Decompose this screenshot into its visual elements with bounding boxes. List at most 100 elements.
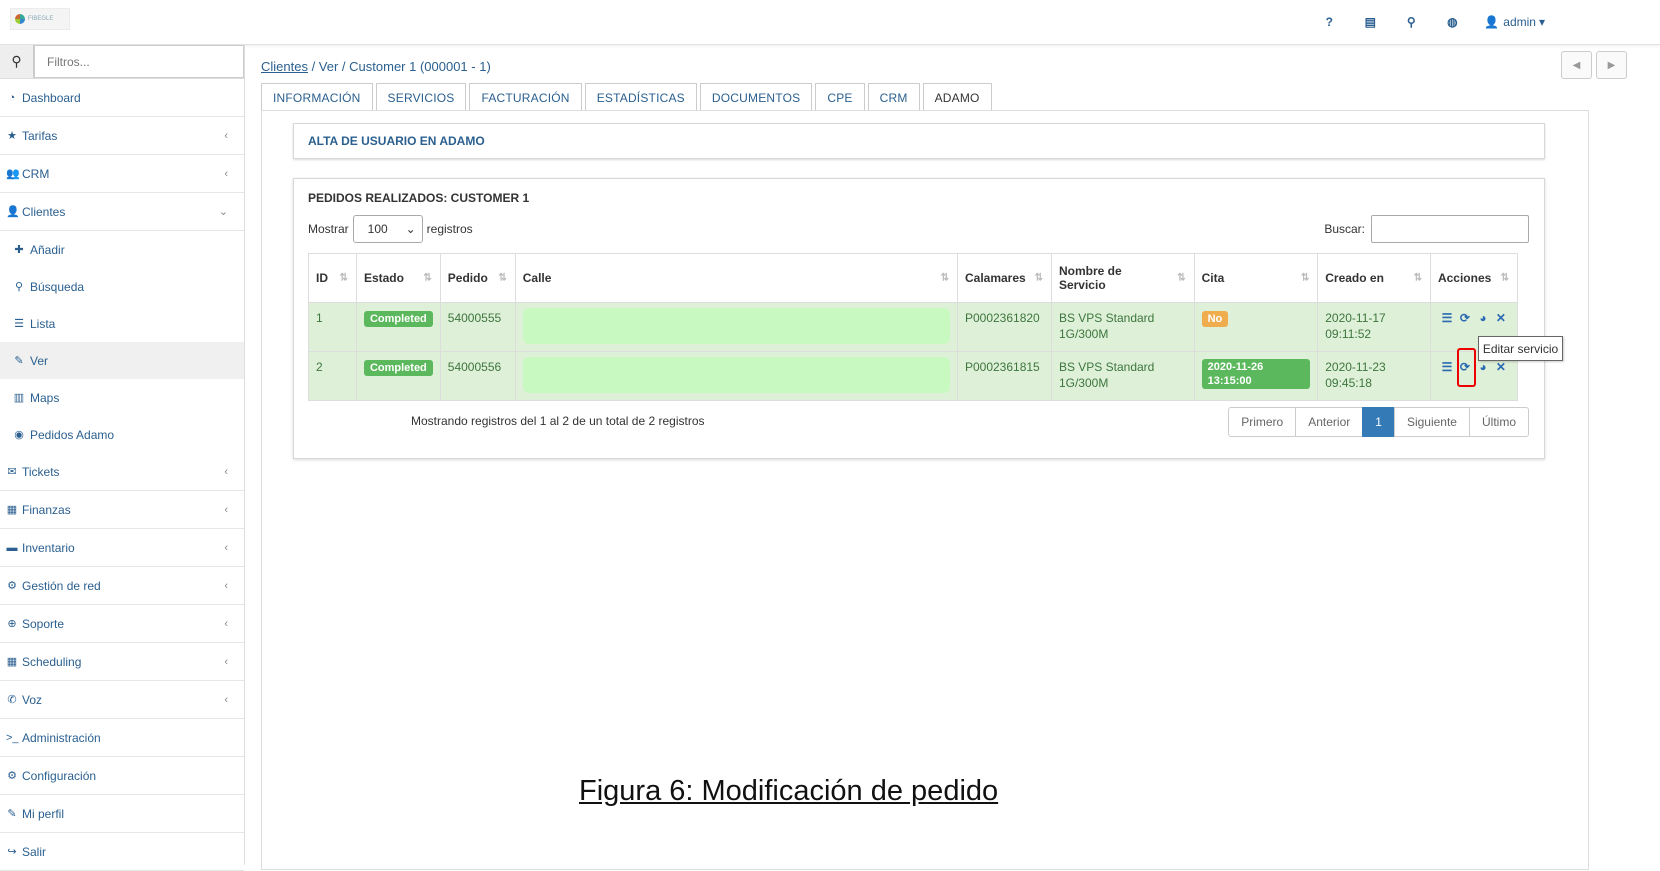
next-record-button[interactable]: ▶ (1596, 51, 1627, 79)
tab-cpe[interactable]: CPE (815, 83, 865, 111)
sidebar-item-label: Búsqueda (30, 279, 85, 294)
sidebar-item-mi-perfil[interactable]: ✎ Mi perfil (0, 795, 244, 833)
sidebar-item-busqueda[interactable]: ⚲ Búsqueda (0, 268, 244, 305)
col-pedido[interactable]: Pedido ⇅ (439, 253, 516, 303)
col-estado[interactable]: Estado ⇅ (355, 253, 441, 303)
edit-service-icon[interactable]: ◕ (1474, 359, 1492, 375)
globe-icon[interactable]: ◍ (1443, 15, 1461, 29)
page-prev-button[interactable]: Anterior (1295, 407, 1364, 437)
row-actions: ☰ ⟳ ◕ ✕ (1438, 310, 1510, 326)
sidebar-item-configuracion[interactable]: ⚙ Configuración (0, 757, 244, 795)
col-nombre-servicio[interactable]: Nombre de Servicio ⇅ (1050, 253, 1195, 303)
search-icon[interactable]: ⚲ (1402, 15, 1420, 29)
tab-crm[interactable]: CRM (867, 83, 920, 111)
sidebar-item-clientes[interactable]: 👤 Clientes ⌄ (0, 193, 244, 231)
sidebar: ⚲ ◔ Dashboard ★ Tarifas ‹ 👥CRM ‹ 👤Clientes ⌄ ✚ Añ… (0, 45, 245, 871)
edit-service-icon[interactable]: ◕ (1474, 310, 1492, 326)
page-length-control: Mostrar 100 ⌄ registros (308, 215, 473, 243)
page-1-button[interactable]: 1 (1362, 407, 1395, 437)
search-icon: ⚲ (0, 45, 34, 78)
delete-icon[interactable]: ✕ (1492, 359, 1510, 375)
sidebar-item-tarifas[interactable]: ★ Tarifas ‹ (0, 117, 244, 155)
col-creado-en[interactable]: Creado en ⇅ (1317, 253, 1431, 303)
prev-record-button[interactable]: ◀ (1561, 51, 1592, 79)
page-next-button[interactable]: Siguiente (1393, 407, 1470, 437)
sidebar-item-soporte[interactable]: ⊕ Soporte ‹ (0, 605, 244, 643)
details-icon[interactable]: ☰ (1438, 310, 1456, 326)
search-input[interactable] (1371, 215, 1529, 243)
customer-tabs: INFORMACIÓN SERVICIOS FACTURACIÓN ESTADÍ… (261, 83, 995, 111)
users-icon: 👥 (6, 168, 20, 180)
sidebar-item-label: Soporte (22, 616, 65, 631)
sidebar-item-label: Administración (22, 730, 101, 745)
tab-facturacion[interactable]: FACTURACIÓN (469, 83, 582, 111)
col-cita[interactable]: Cita ⇅ (1193, 253, 1319, 303)
filter-input[interactable] (34, 45, 244, 78)
sidebar-item-ver[interactable]: ✎ Ver (0, 342, 244, 379)
breadcrumb-link-clientes[interactable]: Clientes (261, 59, 308, 74)
show-label: Mostrar (308, 222, 349, 236)
folder-icon: ▬ (6, 541, 18, 554)
sidebar-item-salir[interactable]: ↪ Salir (0, 833, 244, 871)
col-calamares[interactable]: Calamares ⇅ (956, 253, 1052, 303)
col-acciones[interactable]: Acciones ⇅ (1429, 253, 1519, 303)
table-row: 1 Completed 54000555 P0002361820 BS VPS … (308, 302, 1519, 352)
sidebar-item-finanzas[interactable]: ▦ Finanzas ‹ (0, 491, 244, 529)
table-search: Buscar: (1324, 215, 1529, 243)
chevron-down-icon: ⌄ (405, 222, 416, 236)
main-content: Clientes / Ver / Customer 1 (000001 - 1)… (247, 45, 1660, 870)
cita-badge: No (1201, 311, 1229, 327)
sort-icon: ⇅ (498, 272, 507, 284)
table-info: Mostrando registros del 1 al 2 de un tot… (411, 414, 705, 428)
sidebar-item-pedidos-adamo[interactable]: ◉ Pedidos Adamo (0, 416, 244, 453)
calendar-icon: ▦ (6, 656, 18, 668)
page-last-button[interactable]: Último (1468, 407, 1529, 437)
tab-documentos[interactable]: DOCUMENTOS (699, 83, 813, 111)
chevron-icon: ‹ (224, 655, 228, 668)
chevron-icon: ‹ (224, 167, 228, 180)
sidebar-item-voz[interactable]: ✆ Voz ‹ (0, 681, 244, 719)
tab-estadisticas[interactable]: ESTADÍSTICAS (584, 83, 697, 111)
sidebar-item-maps[interactable]: ▥ Maps (0, 379, 244, 416)
alta-usuario-panel[interactable]: ALTA DE USUARIO EN ADAMO (293, 123, 1545, 159)
cell-calamares: P0002361815 (956, 351, 1052, 401)
logo-mark-icon (15, 14, 25, 24)
col-calle[interactable]: Calle ⇅ (514, 253, 958, 303)
sidebar-item-crm[interactable]: 👥 CRM ‹ (0, 155, 244, 193)
app-logo[interactable]: FIBEGLE (10, 8, 70, 30)
panel-title: ALTA DE USUARIO EN ADAMO (308, 134, 485, 148)
tab-adamo[interactable]: ADAMO (922, 83, 992, 111)
sidebar-item-anadir[interactable]: ✚ Añadir (0, 231, 244, 268)
page-length-select[interactable]: 100 ⌄ (352, 215, 423, 243)
sidebar-item-label: Salir (22, 844, 47, 859)
sidebar-item-gestion-de-red[interactable]: ⚙ Gestión de red ‹ (0, 567, 244, 605)
chevron-icon: ‹ (224, 693, 228, 706)
cell-pedido: 54000556 (439, 351, 516, 401)
sidebar-item-inventario[interactable]: ▬ Inventario ‹ (0, 529, 244, 567)
sidebar-item-label: Tickets (22, 464, 60, 479)
table-row: 2 Completed 54000556 P0002361815 BS VPS … (308, 351, 1519, 401)
sort-icon: ⇅ (1177, 272, 1186, 284)
sidebar-item-scheduling[interactable]: ▦ Scheduling ‹ (0, 643, 244, 681)
sidebar-item-administracion[interactable]: >_ Administración (0, 719, 244, 757)
refresh-icon[interactable]: ⟳ (1456, 310, 1474, 326)
show-suffix: registros (426, 222, 473, 236)
highlight-box (1457, 348, 1476, 387)
pagination: Primero Anterior 1 Siguiente Último (1228, 407, 1529, 437)
phone-icon: ✆ (7, 694, 17, 706)
col-id[interactable]: ID ⇅ (308, 253, 357, 303)
sidebar-item-lista[interactable]: ☰ Lista (0, 305, 244, 342)
tab-informacion[interactable]: INFORMACIÓN (261, 83, 373, 111)
sidebar-item-dashboard[interactable]: ◔ Dashboard (0, 79, 244, 117)
sort-icon: ⇅ (940, 272, 949, 284)
details-icon[interactable]: ☰ (1438, 359, 1456, 375)
sidebar-filter: ⚲ (0, 45, 244, 79)
delete-icon[interactable]: ✕ (1492, 310, 1510, 326)
tab-servicios[interactable]: SERVICIOS (375, 83, 467, 111)
page-first-button[interactable]: Primero (1228, 407, 1297, 437)
book-icon[interactable]: ▤ (1361, 15, 1379, 29)
help-icon[interactable]: ? (1320, 15, 1338, 29)
sidebar-item-tickets[interactable]: ✉ Tickets ‹ (0, 453, 244, 491)
chevron-icon: ‹ (224, 503, 228, 516)
user-menu[interactable]: 👤 admin ▾ (1484, 15, 1545, 29)
